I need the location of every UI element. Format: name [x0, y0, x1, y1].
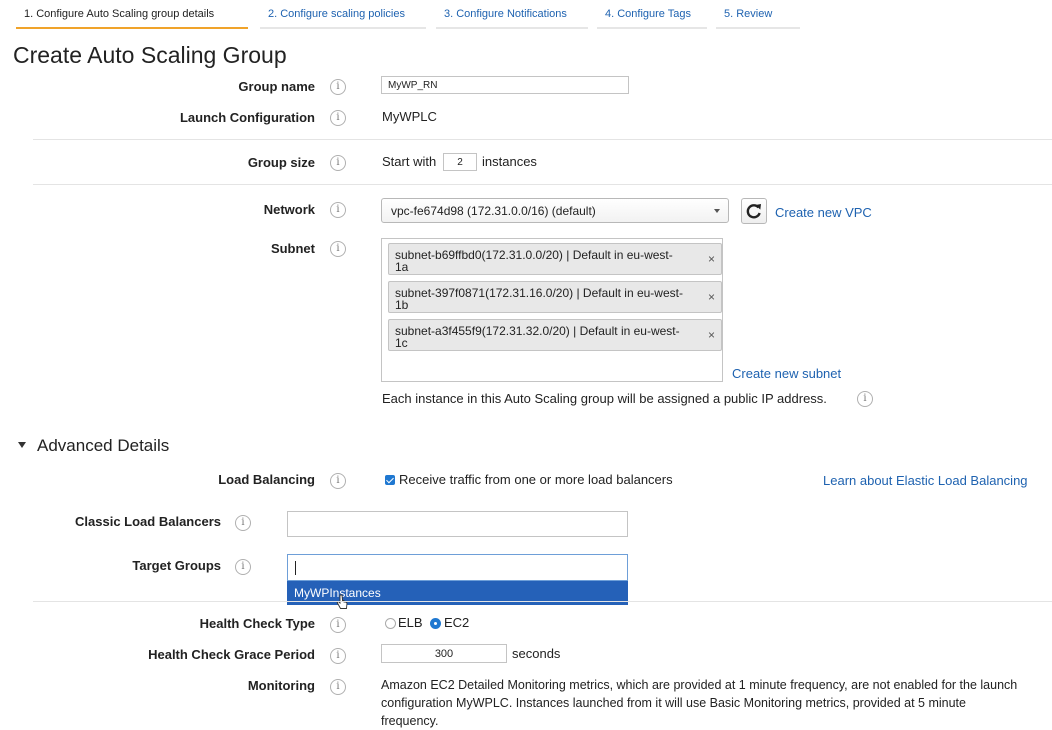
group-size-input[interactable]: 2 [443, 153, 477, 171]
health-check-type-label: Health Check Type [199, 616, 315, 631]
info-icon[interactable]: i [330, 679, 346, 695]
tab-scaling-policies[interactable]: 2. Configure scaling policies [260, 0, 413, 28]
learn-elb-link[interactable]: Learn about Elastic Load Balancing [823, 473, 1028, 488]
create-vpc-link[interactable]: Create new VPC [775, 205, 872, 220]
public-ip-note: Each instance in this Auto Scaling group… [382, 391, 827, 406]
classic-load-balancers-label: Classic Load Balancers [75, 514, 221, 529]
divider [33, 601, 1052, 602]
divider [33, 184, 1052, 185]
page-title: Create Auto Scaling Group [13, 42, 287, 68]
refresh-button[interactable] [741, 198, 767, 224]
info-icon[interactable]: i [330, 473, 346, 489]
network-select[interactable]: vpc-fe674d98 (172.31.0.0/16) (default) [381, 198, 729, 223]
monitoring-description: Amazon EC2 Detailed Monitoring metrics, … [381, 678, 1018, 728]
info-icon[interactable]: i [330, 648, 346, 664]
group-name-label: Group name [238, 79, 315, 94]
subnet-multiselect[interactable]: subnet-b69ffbd0(172.31.0.0/20) | Default… [381, 238, 723, 382]
health-check-grace-label: Health Check Grace Period [148, 647, 315, 662]
info-icon[interactable]: i [330, 110, 346, 126]
network-select-value: vpc-fe674d98 (172.31.0.0/16) (default) [391, 204, 596, 218]
target-groups-label: Target Groups [132, 558, 221, 573]
text-caret [295, 561, 296, 576]
info-icon[interactable]: i [330, 155, 346, 171]
subnet-label: Subnet [270, 241, 315, 256]
info-icon[interactable]: i [330, 241, 346, 257]
close-icon[interactable]: × [708, 291, 715, 303]
divider [33, 139, 1052, 140]
close-icon[interactable]: × [708, 329, 715, 341]
tab-configure-details[interactable]: 1. Configure Auto Scaling group details [16, 0, 222, 28]
tab-underline-active [16, 27, 248, 29]
group-name-input[interactable]: MyWP_RN [381, 76, 629, 94]
subnet-chip-label: subnet-b69ffbd0(172.31.0.0/20) | Default… [395, 248, 673, 262]
info-icon[interactable]: i [330, 79, 346, 95]
tab-underline [716, 27, 800, 29]
hand-cursor-icon [336, 594, 348, 609]
group-size-prefix: Start with [382, 154, 437, 169]
load-balancing-label: Load Balancing [218, 472, 315, 487]
health-check-ec2-radio[interactable] [430, 618, 441, 629]
refresh-icon [746, 204, 761, 219]
subnet-chip: subnet-a3f455f9(172.31.32.0/20) | Defaul… [388, 319, 722, 351]
launch-configuration-label: Launch Configuration [179, 110, 315, 125]
classic-load-balancers-input[interactable] [287, 511, 628, 537]
expand-triangle-icon[interactable] [18, 442, 26, 448]
group-size-label: Group size [247, 155, 315, 170]
load-balancing-checkbox[interactable] [385, 475, 395, 485]
info-icon[interactable]: i [857, 391, 873, 407]
info-icon[interactable]: i [330, 202, 346, 218]
info-icon[interactable]: i [330, 617, 346, 633]
health-check-ec2-label[interactable]: EC2 [444, 615, 469, 630]
monitoring-label: Monitoring [247, 678, 315, 693]
subnet-chip: subnet-b69ffbd0(172.31.0.0/20) | Default… [388, 243, 722, 275]
target-groups-input[interactable] [287, 554, 628, 581]
network-label: Network [263, 202, 315, 217]
health-check-elb-radio[interactable] [385, 618, 396, 629]
tab-tags[interactable]: 4. Configure Tags [597, 0, 699, 28]
info-icon[interactable]: i [235, 515, 251, 531]
health-check-elb-label[interactable]: ELB [398, 615, 423, 630]
close-icon[interactable]: × [708, 253, 715, 265]
subnet-chip-label: subnet-a3f455f9(172.31.32.0/20) | Defaul… [395, 324, 680, 338]
tab-underline [597, 27, 707, 29]
tab-underline [436, 27, 588, 29]
chevron-down-icon [714, 209, 720, 213]
advanced-details-heading[interactable]: Advanced Details [37, 436, 169, 456]
load-balancing-checkbox-label[interactable]: Receive traffic from one or more load ba… [399, 472, 673, 487]
create-subnet-link[interactable]: Create new subnet [732, 366, 841, 381]
health-check-grace-input[interactable]: 300 [381, 644, 507, 663]
group-size-suffix: instances [482, 154, 537, 169]
tab-review[interactable]: 5. Review [716, 0, 780, 28]
health-check-grace-suffix: seconds [512, 646, 561, 661]
subnet-chip-label: 1b [395, 298, 409, 312]
subnet-chip-label: 1c [395, 336, 408, 350]
subnet-chip-label: subnet-397f0871(172.31.16.0/20) | Defaul… [395, 286, 683, 300]
subnet-chip-label: 1a [395, 260, 409, 274]
tab-notifications[interactable]: 3. Configure Notifications [436, 0, 575, 28]
info-icon[interactable]: i [235, 559, 251, 575]
subnet-chip: subnet-397f0871(172.31.16.0/20) | Defaul… [388, 281, 722, 313]
tab-underline [260, 27, 426, 29]
launch-configuration-value: MyWPLC [382, 109, 437, 124]
